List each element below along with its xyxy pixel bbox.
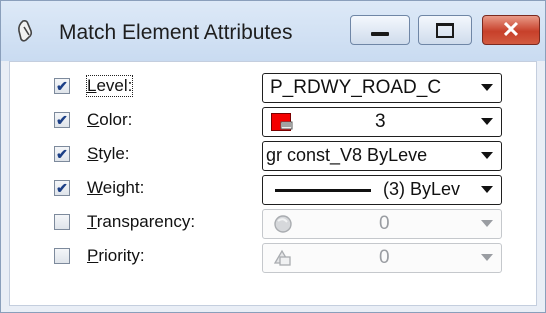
minimize-button[interactable]: [350, 15, 410, 45]
transparency-dropdown[interactable]: 0: [262, 209, 502, 239]
chevron-down-icon: [481, 254, 493, 261]
chevron-down-icon: [481, 220, 493, 227]
style-checkbox[interactable]: ✔: [54, 146, 70, 162]
eyedropper-icon: [18, 20, 33, 42]
level-dropdown[interactable]: P_RDWY_ROAD_C: [262, 73, 502, 103]
check-icon: ✔: [56, 180, 68, 196]
chevron-down-icon: [481, 84, 493, 91]
match-element-attributes-window: Match Element Attributes ✕ ✔ Level: P_RD…: [0, 0, 546, 313]
color-label: Color:: [87, 110, 133, 129]
title-bar[interactable]: Match Element Attributes ✕: [1, 1, 545, 61]
priority-row: Priority: 0: [10, 242, 536, 278]
color-dropdown[interactable]: 3: [262, 107, 502, 137]
color-row: ✔ Color: 3: [10, 106, 536, 142]
weight-dropdown[interactable]: (3) ByLev: [262, 175, 502, 205]
priority-dropdown[interactable]: 0: [262, 243, 502, 273]
weight-label: Weight:: [87, 178, 145, 197]
weight-value: (3) ByLev: [383, 179, 461, 199]
level-label: Level:: [85, 75, 134, 97]
color-book-icon: [280, 121, 293, 130]
check-icon: ✔: [56, 146, 68, 162]
check-icon: ✔: [56, 78, 68, 94]
priority-value: 0: [379, 247, 390, 268]
close-button[interactable]: ✕: [482, 15, 540, 45]
transparency-value: 0: [379, 213, 390, 234]
color-checkbox[interactable]: ✔: [54, 112, 70, 128]
window-title: Match Element Attributes: [59, 21, 293, 44]
style-row: ✔ Style: gr const_V8 ByLeve: [10, 140, 536, 176]
chevron-down-icon: [481, 186, 493, 193]
color-value: 3: [375, 111, 386, 132]
chevron-down-icon: [481, 152, 493, 159]
maximize-icon: [436, 22, 454, 38]
weight-row: ✔ Weight: (3) ByLev: [10, 174, 536, 210]
transparency-checkbox[interactable]: [54, 214, 70, 230]
priority-checkbox[interactable]: [54, 248, 70, 264]
style-value: gr const_V8 ByLeve: [266, 145, 428, 165]
chevron-down-icon: [481, 118, 493, 125]
weight-checkbox[interactable]: ✔: [54, 180, 70, 196]
priority-icon: [273, 249, 291, 266]
check-icon: ✔: [56, 112, 68, 128]
style-label: Style:: [87, 144, 130, 163]
close-icon: ✕: [501, 17, 521, 42]
line-weight-sample: [275, 189, 371, 192]
level-value: P_RDWY_ROAD_C: [270, 77, 442, 98]
maximize-button[interactable]: [418, 15, 472, 45]
attributes-panel: ✔ Level: P_RDWY_ROAD_C ✔ Color: 3 ✔ Styl…: [9, 61, 537, 306]
level-checkbox[interactable]: ✔: [54, 78, 70, 94]
minimize-icon: [371, 32, 389, 36]
level-row: ✔ Level: P_RDWY_ROAD_C: [10, 72, 536, 108]
transparency-icon: [274, 215, 292, 233]
transparency-label: Transparency:: [87, 212, 196, 231]
transparency-row: Transparency: 0: [10, 208, 536, 244]
priority-label: Priority:: [87, 246, 145, 265]
style-dropdown[interactable]: gr const_V8 ByLeve: [262, 141, 502, 171]
